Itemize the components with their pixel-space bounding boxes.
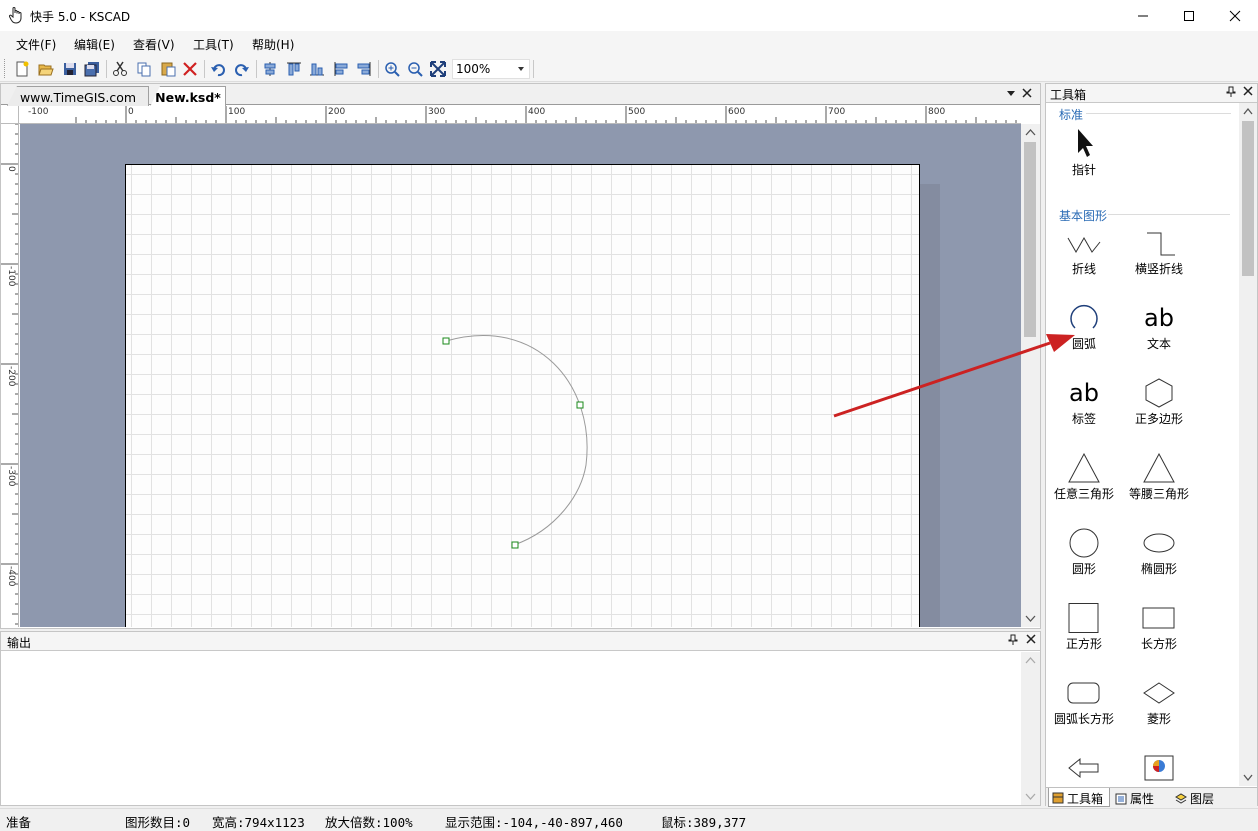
status-zoom: 放大倍数:100%: [325, 815, 413, 830]
annotation-arrowhead: [1046, 334, 1075, 352]
annotation-arrow: [833, 341, 1051, 418]
status-display-range: 显示范围:-104,-40-897,460: [445, 815, 623, 830]
status-shape-count: 图形数目:0: [125, 815, 191, 830]
status-ready: 准备: [6, 815, 32, 830]
annotation-arrow-layer: [833, 334, 1075, 418]
status-bar: 准备 图形数目:0 宽高:794x1123 放大倍数:100% 显示范围:-10…: [0, 808, 1258, 831]
status-mouse-position: 鼠标:389,377: [661, 815, 747, 830]
status-size: 宽高:794x1123: [212, 815, 305, 830]
